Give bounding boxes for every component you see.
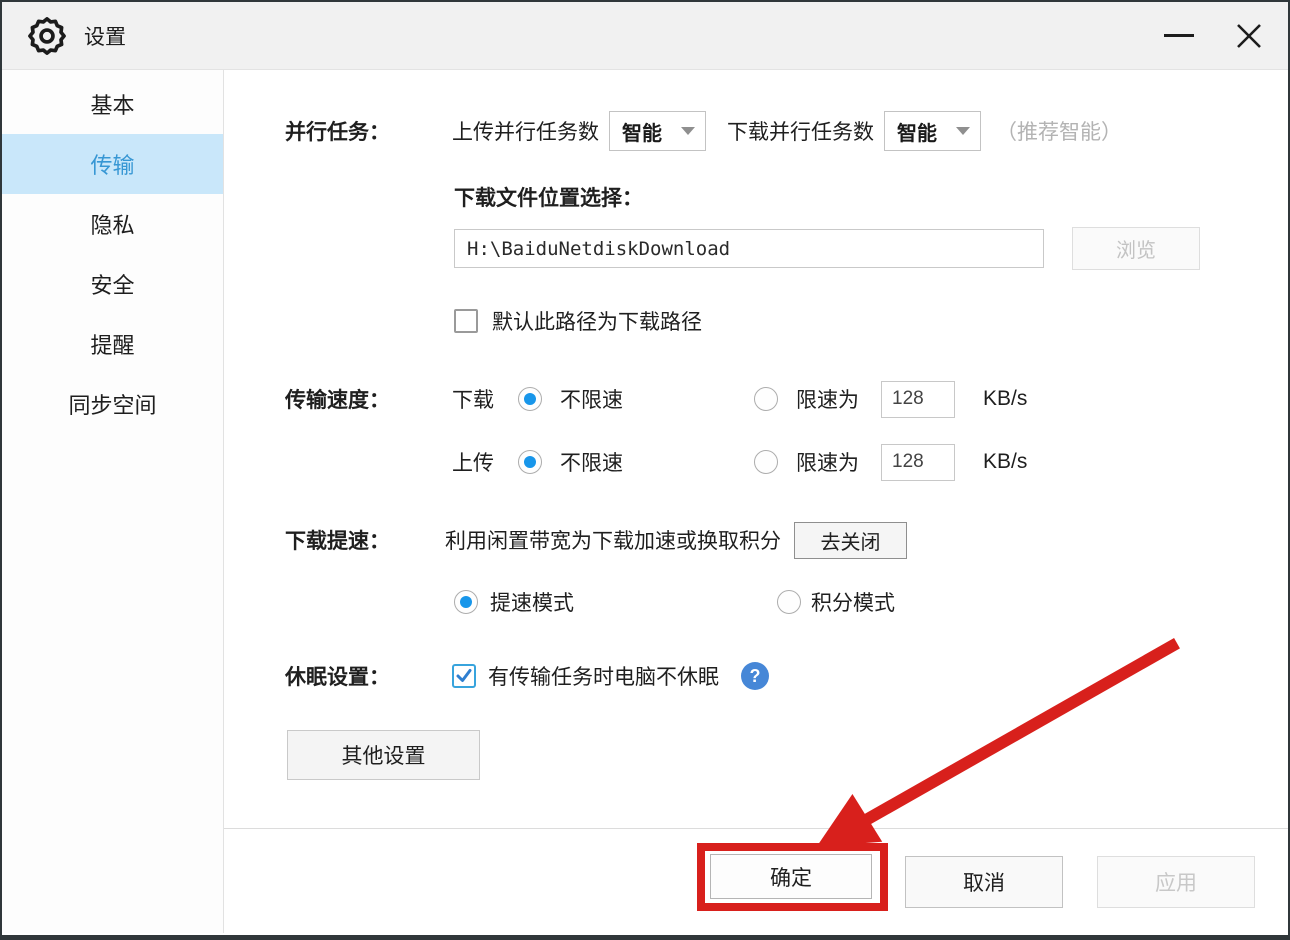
minimize-button[interactable] — [1158, 15, 1200, 57]
close-icon — [1234, 21, 1264, 51]
checkmark-icon — [455, 667, 473, 685]
help-icon[interactable]: ? — [741, 662, 769, 690]
minimize-icon — [1164, 34, 1194, 37]
close-button[interactable] — [1228, 15, 1270, 57]
sidebar-item-privacy[interactable]: 隐私 — [2, 194, 223, 254]
apply-button[interactable]: 应用 — [1097, 856, 1255, 908]
parallel-hint: （推荐智能） — [996, 116, 1122, 146]
upload-parallel-label: 上传并行任务数 — [452, 116, 599, 146]
upload-unlimited-radio[interactable] — [518, 450, 542, 474]
chevron-down-icon — [956, 127, 970, 135]
page-title: 设置 — [84, 21, 126, 51]
download-limited-radio[interactable] — [754, 387, 778, 411]
download-unlimited-radio[interactable] — [518, 387, 542, 411]
boost-description: 利用闲置带宽为下载加速或换取积分 — [445, 525, 781, 555]
default-path-checkbox[interactable] — [454, 309, 478, 333]
transfer-settings-panel: 并行任务： 上传并行任务数 智能 下载并行任务数 智能 （推荐智能） 下载文件位… — [224, 70, 1288, 933]
other-settings-button[interactable]: 其他设置 — [287, 730, 480, 780]
upload-speed-name: 上传 — [452, 447, 494, 477]
download-speed-name: 下载 — [452, 384, 494, 414]
parallel-tasks-label: 并行任务： — [285, 116, 390, 146]
sleep-settings-label: 休眠设置： — [285, 661, 390, 691]
boost-toggle-button[interactable]: 去关闭 — [794, 522, 907, 559]
upload-limit-unit: KB/s — [983, 450, 1027, 474]
download-path-input[interactable] — [454, 229, 1044, 268]
speed-mode-radio[interactable] — [454, 590, 478, 614]
download-limit-input[interactable] — [881, 381, 955, 418]
sidebar-item-sync-space[interactable]: 同步空间 — [2, 374, 223, 434]
no-sleep-checkbox[interactable] — [452, 664, 476, 688]
title-bar: 设置 — [2, 2, 1288, 70]
upload-limited-radio[interactable] — [754, 450, 778, 474]
sidebar-item-basic[interactable]: 基本 — [2, 74, 223, 134]
browse-button[interactable]: 浏览 — [1072, 227, 1200, 270]
sidebar-item-security[interactable]: 安全 — [2, 254, 223, 314]
settings-sidebar: 基本 传输 隐私 安全 提醒 同步空间 — [2, 70, 224, 933]
cancel-button[interactable]: 取消 — [905, 856, 1063, 908]
download-location-label: 下载文件位置选择： — [454, 187, 643, 210]
ok-button[interactable]: 确定 — [710, 854, 872, 899]
download-boost-label: 下载提速： — [285, 525, 390, 555]
gear-icon — [26, 15, 68, 57]
sidebar-item-transfer[interactable]: 传输 — [2, 134, 223, 194]
no-sleep-checkbox-label: 有传输任务时电脑不休眠 — [488, 661, 719, 691]
footer-divider — [224, 828, 1288, 829]
upload-limit-input[interactable] — [881, 444, 955, 481]
credit-mode-radio[interactable] — [777, 590, 801, 614]
download-parallel-value: 智能 — [897, 117, 937, 146]
chevron-down-icon — [681, 127, 695, 135]
upload-parallel-value: 智能 — [622, 117, 662, 146]
default-path-checkbox-label: 默认此路径为下载路径 — [492, 306, 702, 336]
transfer-speed-label: 传输速度： — [285, 384, 390, 414]
download-parallel-dropdown[interactable]: 智能 — [884, 111, 981, 151]
credit-mode-label: 积分模式 — [811, 587, 895, 617]
download-unlimited-label: 不限速 — [560, 384, 623, 414]
download-limit-label: 限速为 — [796, 384, 859, 414]
download-limit-unit: KB/s — [983, 387, 1027, 411]
upload-unlimited-label: 不限速 — [560, 447, 623, 477]
upload-limit-label: 限速为 — [796, 447, 859, 477]
download-parallel-label: 下载并行任务数 — [727, 116, 874, 146]
sidebar-item-reminder[interactable]: 提醒 — [2, 314, 223, 374]
speed-mode-label: 提速模式 — [490, 587, 574, 617]
settings-dialog: 设置 基本 传输 隐私 安全 提醒 同步空间 并行任务： — [0, 0, 1290, 940]
upload-parallel-dropdown[interactable]: 智能 — [609, 111, 706, 151]
